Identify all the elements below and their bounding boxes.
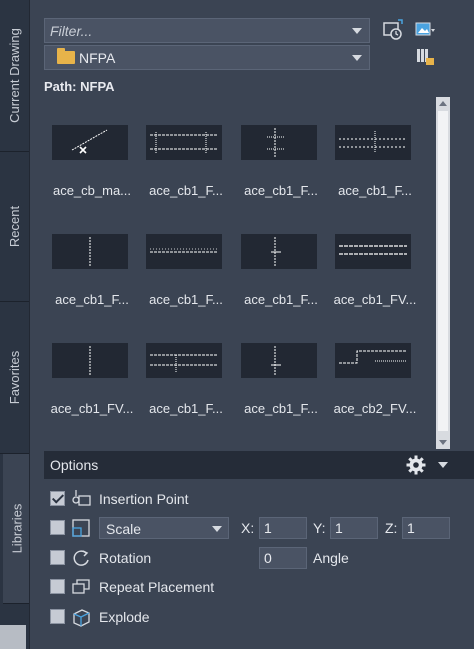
tab-recent[interactable]: Recent xyxy=(0,152,29,302)
tab-strip-footer xyxy=(0,625,26,649)
block-label: ace_cb1_F... xyxy=(55,292,129,307)
insertion-point-row: Insertion Point xyxy=(50,488,470,510)
block-label: ace_cb1_F... xyxy=(338,183,412,198)
block-thumbnail xyxy=(241,234,317,269)
block-thumbnail xyxy=(335,343,411,378)
scale-x-label: X: xyxy=(241,520,255,536)
block-label: ace_cb_ma... xyxy=(52,183,132,198)
block-label: ace_cb1_F... xyxy=(244,401,318,416)
block-item[interactable]: ace_cb2_FV... xyxy=(327,315,423,423)
scroll-up-arrow[interactable] xyxy=(439,101,447,106)
insertion-point-label: Insertion Point xyxy=(99,491,189,507)
insertion-point-icon xyxy=(70,488,92,510)
block-thumbnail xyxy=(146,125,222,160)
library-browse-icon[interactable] xyxy=(414,46,436,68)
block-thumbnail xyxy=(241,125,317,160)
view-options-icon[interactable] xyxy=(414,19,436,41)
chevron-down-icon[interactable] xyxy=(212,526,222,532)
tab-label: Favorites xyxy=(7,350,22,405)
block-thumbnail xyxy=(52,125,128,160)
block-label: ace_cb1_F... xyxy=(244,183,318,198)
folder-icon xyxy=(57,48,75,64)
scale-row: Scale X: 1 Y: 1 Z: 1 xyxy=(50,517,470,539)
rotation-angle-input[interactable]: 0 xyxy=(259,547,307,569)
scale-mode-select[interactable]: Scale xyxy=(99,517,229,539)
block-thumbnail xyxy=(335,125,411,160)
scrollbar[interactable] xyxy=(436,97,450,449)
block-label: ace_cb1_F... xyxy=(149,292,223,307)
block-thumbnail xyxy=(52,234,128,269)
insertion-point-checkbox[interactable] xyxy=(50,491,65,506)
block-thumbnail xyxy=(335,234,411,269)
repeat-placement-icon xyxy=(70,576,92,598)
scale-y-input[interactable]: 1 xyxy=(330,517,378,539)
rotation-row: Rotation 0 Angle xyxy=(50,547,470,569)
filter-input[interactable]: Filter... xyxy=(44,18,370,43)
block-label: ace_cb1_FV... xyxy=(50,401,134,416)
rotation-icon xyxy=(70,547,92,569)
tab-label: Current Drawing xyxy=(7,28,22,123)
palette-tabs: Current Drawing Recent Favorites Librari… xyxy=(0,0,30,649)
tab-label: Libraries xyxy=(9,503,25,554)
scale-z-input[interactable]: 1 xyxy=(402,517,450,539)
block-item[interactable]: ace_cb1_F... xyxy=(233,315,329,423)
block-label: ace_cb1_F... xyxy=(244,292,318,307)
scale-icon xyxy=(70,517,92,539)
block-item[interactable]: ace_cb1_F... xyxy=(327,97,423,205)
block-item[interactable]: ace_cb1_FV... xyxy=(327,206,423,314)
block-item[interactable]: ace_cb1_F... xyxy=(233,206,329,314)
block-label: ace_cb1_F... xyxy=(149,183,223,198)
scale-x-input[interactable]: 1 xyxy=(259,517,307,539)
explode-checkbox[interactable] xyxy=(50,609,65,624)
block-item[interactable]: ace_cb1_F... xyxy=(138,206,234,314)
block-item[interactable]: ace_cb1_F... xyxy=(233,97,329,205)
load-block-icon[interactable] xyxy=(382,19,404,41)
scale-checkbox[interactable] xyxy=(50,520,65,535)
explode-label: Explode xyxy=(99,609,150,625)
block-thumbnail xyxy=(241,343,317,378)
tab-current-drawing[interactable]: Current Drawing xyxy=(0,0,29,152)
libraries-panel: Filter... NFPA Path: NFPA ace_cb_ma... a… xyxy=(29,0,474,649)
block-thumbnail xyxy=(52,343,128,378)
filter-placeholder: Filter... xyxy=(50,22,93,39)
block-label: ace_cb1_F... xyxy=(149,401,223,416)
rotation-label: Rotation xyxy=(99,550,152,566)
block-thumbnail xyxy=(146,343,222,378)
path-label: Path: NFPA xyxy=(44,79,115,94)
block-item[interactable]: ace_cb1_F... xyxy=(44,206,140,314)
repeat-placement-checkbox[interactable] xyxy=(50,579,65,594)
rotation-checkbox[interactable] xyxy=(50,550,65,565)
options-title: Options xyxy=(50,457,99,473)
tab-libraries[interactable]: Libraries xyxy=(3,454,30,604)
block-item[interactable]: ace_cb1_F... xyxy=(138,315,234,423)
block-label: ace_cb2_FV... xyxy=(333,401,417,416)
folder-name: NFPA xyxy=(79,49,116,66)
block-item[interactable]: ace_cb1_F... xyxy=(138,97,234,205)
chevron-down-icon[interactable] xyxy=(352,55,362,61)
block-grid: ace_cb_ma... ace_cb1_F... ace_cb1_F... ace_… xyxy=(44,97,436,449)
folder-select[interactable]: NFPA xyxy=(44,45,370,70)
explode-icon xyxy=(70,606,92,628)
repeat-placement-label: Repeat Placement xyxy=(99,579,215,595)
scroll-down-arrow[interactable] xyxy=(439,440,447,445)
block-label: ace_cb1_FV... xyxy=(333,292,417,307)
gear-icon[interactable] xyxy=(406,455,426,475)
chevron-down-icon[interactable] xyxy=(352,28,362,34)
block-item[interactable]: ace_cb1_FV... xyxy=(44,315,140,423)
tab-favorites[interactable]: Favorites xyxy=(0,302,29,454)
explode-row: Explode xyxy=(50,606,470,628)
scroll-thumb[interactable] xyxy=(438,111,448,431)
scale-y-label: Y: xyxy=(313,520,326,536)
rotation-angle-label: Angle xyxy=(313,550,349,566)
repeat-placement-row: Repeat Placement xyxy=(50,576,470,598)
tab-label: Recent xyxy=(7,205,23,248)
scale-z-label: Z: xyxy=(385,520,398,536)
chevron-down-icon[interactable] xyxy=(438,462,448,468)
options-header[interactable]: Options xyxy=(44,451,474,479)
block-item[interactable]: ace_cb_ma... xyxy=(44,97,140,205)
scale-mode-value: Scale xyxy=(106,521,142,537)
block-thumbnail xyxy=(146,234,222,269)
